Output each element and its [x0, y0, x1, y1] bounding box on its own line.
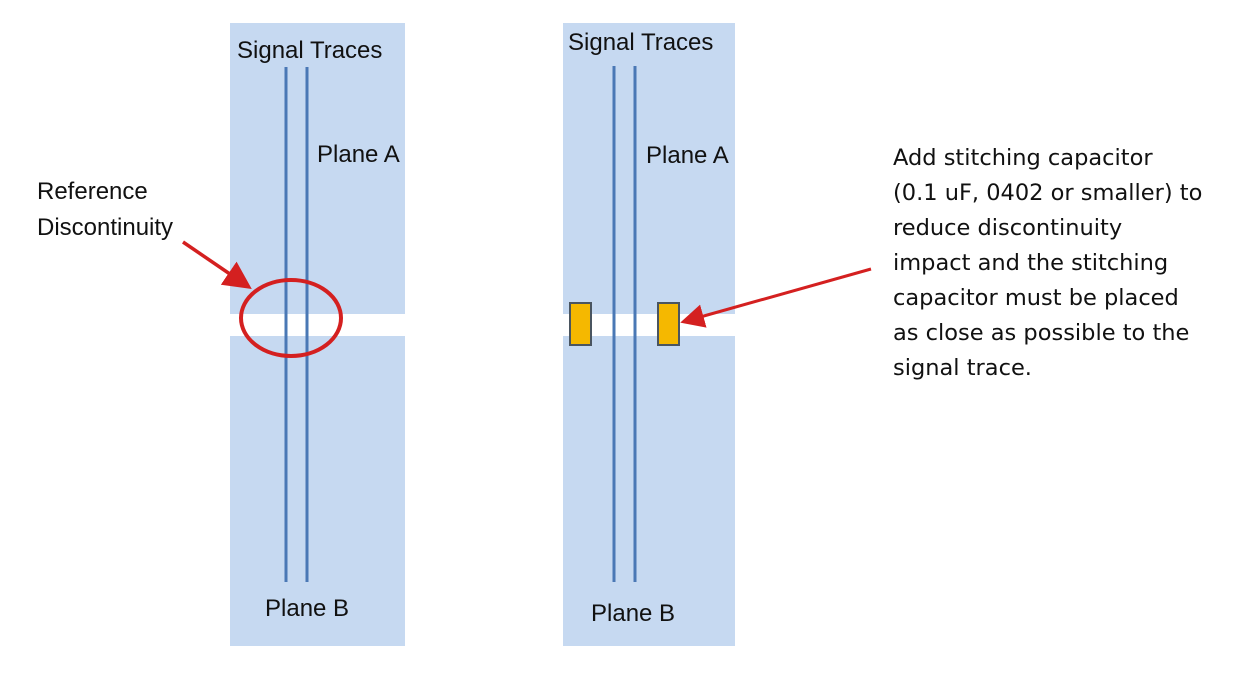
stitching-note-line: (0.1 uF, 0402 or smaller) to: [893, 180, 1203, 206]
left-plane-a: [230, 23, 405, 314]
reference-label-line: Discontinuity: [37, 214, 174, 241]
right-plane-b-label: Plane B: [591, 600, 676, 627]
stitching-note-line: Add stitching capacitor: [893, 145, 1153, 171]
stitching-note-line: as close as possible to the: [893, 320, 1190, 346]
stitching-note: Add stitching capacitor (0.1 uF, 0402 or…: [893, 141, 1243, 386]
right-plane-a-label: Plane A: [646, 142, 729, 169]
stitching-note-line: signal trace.: [893, 355, 1032, 381]
left-plane-b-label: Plane B: [265, 595, 350, 622]
right-signal-traces-label: Signal Traces: [568, 29, 714, 56]
stitching-note-line: reduce discontinuity: [893, 215, 1123, 241]
left-plane-a-label: Plane A: [317, 141, 400, 168]
stitching-capacitor-right: [657, 302, 680, 346]
reference-discontinuity-label: Reference Discontinuity: [37, 174, 173, 246]
left-panel: [182, 23, 405, 646]
stitching-note-line: capacitor must be placed: [893, 285, 1179, 311]
stitching-note-line: impact and the stitching: [893, 250, 1169, 276]
stitching-capacitor-left: [569, 302, 592, 346]
right-panel: [563, 23, 872, 646]
reference-label-line: Reference: [37, 178, 148, 205]
left-signal-traces-label: Signal Traces: [237, 37, 383, 64]
